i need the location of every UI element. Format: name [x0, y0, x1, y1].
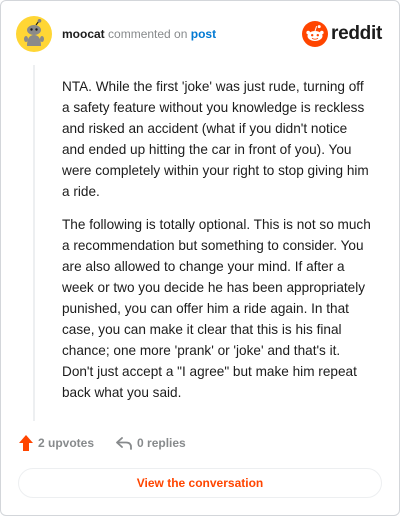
reddit-logo-icon [302, 21, 329, 47]
reddit-brand[interactable]: reddit [302, 20, 382, 48]
view-conversation-button[interactable]: View the conversation [18, 468, 382, 498]
comment-body: NTA. While the first 'joke' was just rud… [62, 76, 372, 415]
reply-arrow-icon [116, 436, 137, 450]
upvote-button[interactable]: 2 upvotes [19, 435, 94, 451]
thread-line [33, 65, 35, 421]
reddit-wordmark: reddit [331, 23, 382, 44]
comment-header: moocat commented on post reddit [16, 16, 384, 52]
author-username[interactable]: moocat [62, 27, 105, 41]
snoo-avatar-icon[interactable] [16, 16, 52, 52]
embedded-comment-card: moocat commented on post reddit NTA. Whi… [0, 0, 400, 516]
upvote-arrow-icon [19, 435, 38, 451]
replies-count: 0 replies [137, 436, 186, 450]
post-link[interactable]: post [191, 27, 216, 41]
reply-button[interactable]: 0 replies [116, 436, 186, 450]
comment-actions: 2 upvotes 0 replies [19, 433, 208, 453]
upvotes-count: 2 upvotes [38, 436, 95, 450]
comment-paragraph: The following is totally optional. This … [62, 217, 371, 400]
action-text: commented on [108, 27, 188, 41]
comment-paragraph: NTA. While the first 'joke' was just rud… [62, 79, 369, 199]
comment-byline: moocat commented on post [62, 27, 216, 41]
